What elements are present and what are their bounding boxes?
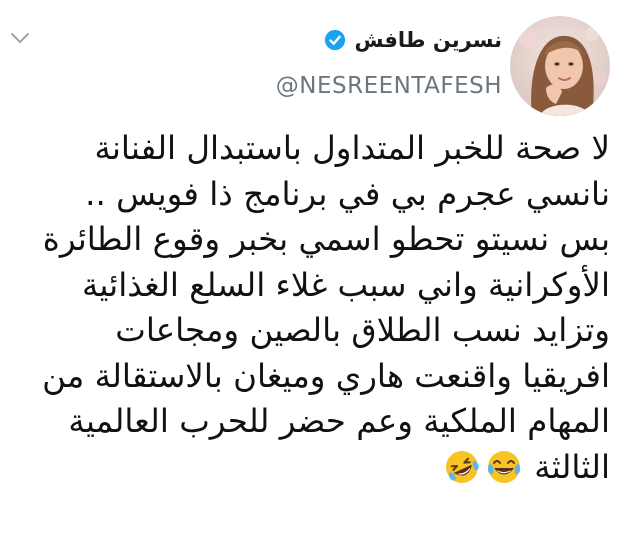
author-handle[interactable]: @NESREENTAFESH — [276, 73, 502, 99]
tweet-card: نسرين طافش @NESREENTAFESH لا صحة للخبر ا… — [0, 0, 620, 548]
tweet-text-line: لا صحة للخبر المتداول باستبدال الفنانة — [94, 129, 610, 167]
author-display-name: نسرين طافش — [354, 28, 502, 52]
chevron-down-icon[interactable] — [8, 28, 32, 48]
tweet-text-line: وتزايد نسب الطلاق بالصين ومجاعات — [115, 311, 610, 349]
tweet-text-line: بس نسيتو تحطو اسمي بخبر وقوع الطائرة — [42, 220, 610, 258]
emoji-group — [444, 449, 522, 485]
tweet-text-line: الأوكرانية واني سبب غلاء السلع الغذائية — [81, 265, 610, 304]
tweet-text-line: افريقيا واقنعت هاري وميغان بالاستقالة من — [42, 356, 610, 395]
tweet-text-line: نانسي عجرم بي في برنامج ذا فويس .. — [85, 174, 610, 213]
tweet-text: لا صحة للخبر المتداول باستبدال الفنانة ن… — [10, 126, 610, 490]
author-name-row[interactable]: نسرين طافش — [324, 28, 502, 52]
face-with-tears-of-joy-icon — [488, 451, 521, 484]
avatar[interactable] — [510, 16, 610, 116]
rolling-on-floor-laughing-icon — [446, 451, 479, 484]
tweet-text-last-line: الثالثة — [10, 445, 610, 491]
tweet-text-line: الثالثة — [534, 447, 610, 486]
verified-badge-icon — [325, 29, 346, 51]
tweet-text-line: المهام الملكية وعم حضر للحرب العالمية — [68, 402, 610, 440]
